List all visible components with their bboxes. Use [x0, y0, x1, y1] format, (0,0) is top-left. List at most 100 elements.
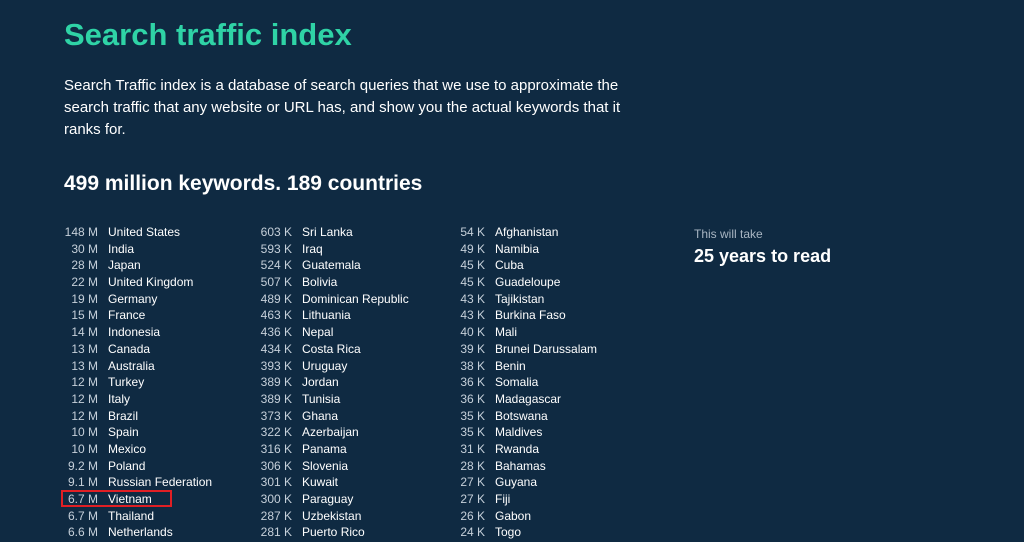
country-row: 306 K Slovenia — [258, 458, 409, 475]
country-keyword-count: 306 K — [260, 458, 292, 473]
country-row: 463 K Lithuania — [258, 307, 409, 324]
country-name: Slovenia — [302, 458, 349, 473]
country-row: 28 M Japan — [64, 257, 212, 274]
country-row: 36 K Madagascar — [451, 391, 597, 408]
country-keyword-count: 507 K — [260, 275, 292, 290]
country-row: 24 K Togo — [451, 524, 597, 541]
country-row: 38 K Benin — [451, 358, 597, 375]
country-name: Poland — [108, 458, 146, 473]
country-keyword-count: 489 K — [260, 291, 292, 306]
country-row: 389 K Tunisia — [258, 391, 409, 408]
country-row: 31 K Rwanda — [451, 441, 597, 458]
country-keyword-count: 43 K — [460, 308, 485, 323]
country-keyword-count: 434 K — [260, 341, 292, 356]
country-row: 54 K Afghanistan — [451, 224, 597, 241]
country-row: 434 K Costa Rica — [258, 341, 409, 358]
country-row: 6.6 M Netherlands — [64, 524, 212, 541]
country-row: 593 K Iraq — [258, 241, 409, 258]
country-name: Bolivia — [302, 275, 338, 290]
country-keyword-count: 393 K — [260, 358, 292, 373]
country-row: 489 K Dominican Republic — [258, 291, 409, 308]
country-name: Uruguay — [302, 358, 348, 373]
read-time-label: This will take — [694, 227, 763, 241]
country-keyword-count: 436 K — [260, 325, 292, 340]
country-keyword-count: 10 M — [71, 441, 98, 456]
country-name: Germany — [108, 291, 158, 306]
country-keyword-count: 28 M — [71, 258, 98, 273]
country-row: 12 M Italy — [64, 391, 212, 408]
country-name: Italy — [108, 391, 131, 406]
country-name: Vietnam — [108, 492, 152, 506]
country-row: 9.1 M Russian Federation — [64, 474, 212, 491]
country-name: Fiji — [495, 492, 511, 506]
country-name: Canada — [108, 341, 151, 356]
country-name: United Kingdom — [108, 275, 194, 290]
country-row: 6.7 M Thailand — [64, 508, 212, 525]
country-row: 49 K Namibia — [451, 241, 597, 258]
country-keyword-count: 38 K — [460, 358, 485, 373]
country-name: Gabon — [495, 508, 532, 523]
country-name: Australia — [108, 358, 155, 373]
country-keyword-count: 36 K — [460, 375, 485, 390]
country-row: 26 K Gabon — [451, 508, 597, 525]
country-keyword-count: 524 K — [260, 258, 292, 273]
country-name: Iraq — [302, 241, 323, 256]
country-name: Botswana — [495, 408, 548, 423]
country-keyword-count: 373 K — [260, 408, 292, 423]
country-row: 436 K Nepal — [258, 324, 409, 341]
country-name: Uzbekistan — [302, 508, 362, 523]
country-row: 30 M India — [64, 241, 212, 258]
country-name: Panama — [302, 441, 347, 456]
country-keyword-count: 13 M — [71, 358, 98, 373]
country-keyword-count: 26 K — [460, 508, 485, 523]
country-name: Namibia — [495, 241, 540, 256]
country-keyword-count: 13 M — [71, 341, 98, 356]
country-name: Japan — [108, 258, 141, 273]
country-name: Spain — [108, 425, 139, 440]
search-traffic-page: Search traffic index Search Traffic inde… — [60, 0, 1004, 542]
country-keyword-count: 36 K — [460, 391, 485, 406]
country-name: Madagascar — [495, 391, 562, 406]
country-name: Ghana — [302, 408, 339, 423]
country-name: Burkina Faso — [495, 308, 566, 323]
country-name: Guatemala — [302, 258, 361, 273]
country-row: 39 K Brunei Darussalam — [451, 341, 597, 358]
country-row: 36 K Somalia — [451, 374, 597, 391]
country-row: 28 K Bahamas — [451, 458, 597, 475]
country-keyword-count: 28 K — [460, 458, 485, 473]
country-name: Lithuania — [302, 308, 351, 323]
country-row: 9.2 M Poland — [64, 458, 212, 475]
country-row: 603 K Sri Lanka — [258, 224, 409, 241]
country-keyword-count: 301 K — [260, 475, 292, 490]
country-keyword-count: 31 K — [460, 441, 485, 456]
country-row: 393 K Uruguay — [258, 358, 409, 375]
country-keyword-count: 24 K — [460, 525, 485, 540]
country-name: Nepal — [302, 325, 334, 340]
country-name: Mali — [495, 325, 518, 340]
country-keyword-count: 9.2 M — [67, 458, 98, 473]
country-list-column-2: 603 K Sri Lanka 593 K Iraq 524 K Guatemala 507… — [258, 224, 409, 541]
country-row: 13 M Canada — [64, 341, 212, 358]
country-keyword-count: 19 M — [71, 291, 98, 306]
country-keyword-count: 30 M — [71, 241, 98, 256]
country-name: Guyana — [495, 475, 538, 490]
country-keyword-count: 35 K — [460, 425, 485, 440]
country-keyword-count: 148 M — [64, 225, 98, 239]
country-name: France — [108, 308, 146, 323]
country-row: 389 K Jordan — [258, 374, 409, 391]
country-keyword-count: 593 K — [260, 241, 292, 256]
country-row: 40 K Mali — [451, 324, 597, 341]
read-time-value: 25 years to read — [694, 246, 832, 266]
country-name: Benin — [495, 358, 526, 373]
country-name: Costa Rica — [302, 341, 361, 356]
country-row: 12 M Brazil — [64, 408, 212, 425]
country-name: India — [108, 241, 135, 256]
country-name: Somalia — [495, 375, 539, 390]
country-name: Cuba — [495, 258, 524, 273]
country-name: Rwanda — [495, 441, 540, 456]
country-keyword-count: 40 K — [460, 325, 485, 340]
page-title: Search traffic index — [64, 17, 352, 52]
country-row: 524 K Guatemala — [258, 257, 409, 274]
country-row: 43 K Burkina Faso — [451, 307, 597, 324]
country-name: Maldives — [495, 425, 543, 440]
